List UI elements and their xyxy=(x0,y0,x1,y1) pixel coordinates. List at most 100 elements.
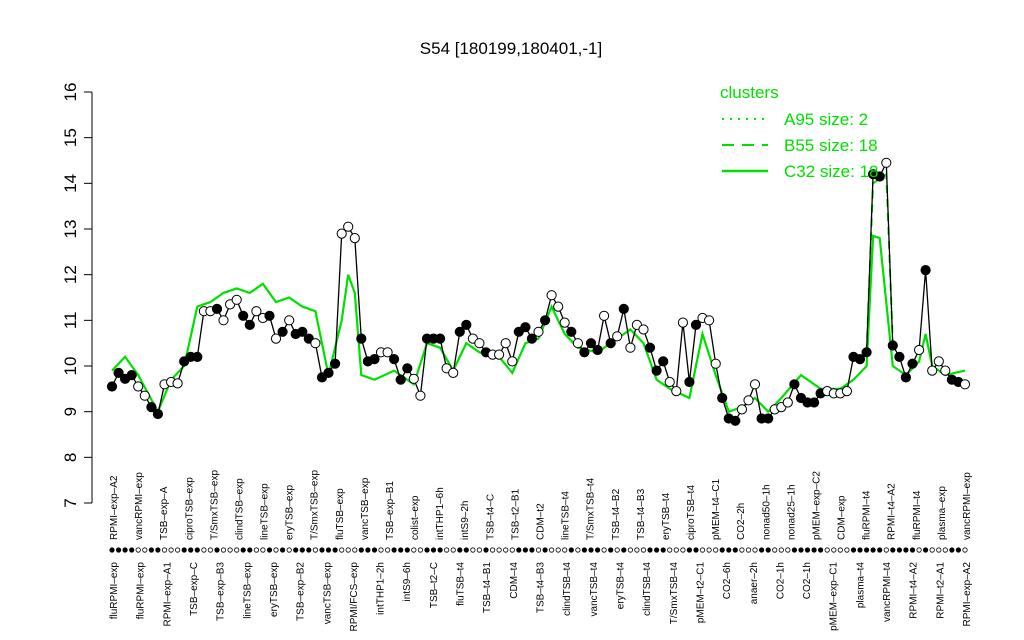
rug-mark xyxy=(962,547,968,553)
x-tick-label: eryTSB–exp xyxy=(285,485,296,540)
data-point xyxy=(211,303,223,314)
sample-line xyxy=(111,162,966,422)
data-point xyxy=(749,379,761,390)
data-point xyxy=(704,315,715,326)
legend: clusters A95 size: 2 B55 size: 18 C32 si… xyxy=(720,83,879,181)
rug-mark xyxy=(457,547,463,553)
data-point xyxy=(231,294,242,305)
data-point xyxy=(861,347,872,358)
data-point xyxy=(402,363,413,374)
rug-mark xyxy=(168,547,174,553)
data-point xyxy=(415,390,426,401)
rug-mark xyxy=(181,547,187,553)
x-tick-label: CO2–6h xyxy=(722,562,733,599)
y-tick-label: 15 xyxy=(61,128,80,147)
rug-mark xyxy=(877,547,883,553)
x-tick-label: CDM–t2 xyxy=(536,503,547,540)
y-axis: 7 8 9 10 11 12 13 14 15 16 xyxy=(61,83,93,508)
x-tick-label: TSB–t4–B2 xyxy=(611,488,622,540)
rug-mark xyxy=(365,547,371,553)
rug-mark xyxy=(332,547,338,553)
data-point xyxy=(349,233,360,244)
data-point xyxy=(546,290,557,301)
data-point xyxy=(927,365,938,376)
rug-mark xyxy=(581,547,588,553)
data-point xyxy=(907,358,918,369)
data-point xyxy=(356,333,367,344)
data-point xyxy=(264,310,275,321)
rug-mark xyxy=(608,547,614,553)
rug-mark xyxy=(293,547,299,553)
x-tick-label: CDM–exp xyxy=(837,495,848,540)
data-point xyxy=(599,310,610,321)
chart-canvas: S54 [180199,180401,-1] 7 8 9 10 11 12 13 14 15 16… xyxy=(61,39,973,631)
rug-mark xyxy=(188,547,194,553)
rug-mark xyxy=(548,547,555,553)
data-point xyxy=(658,356,669,367)
y-tick-label: 10 xyxy=(61,357,80,376)
data-point xyxy=(330,358,341,369)
data-point xyxy=(323,367,334,378)
legend-entry-c32: C32 size: 18 xyxy=(784,162,879,181)
rug-mark xyxy=(883,547,889,553)
data-point xyxy=(717,392,728,404)
y-tick-label: 16 xyxy=(61,83,80,102)
rug-mark xyxy=(122,547,128,553)
rug-mark xyxy=(247,547,253,553)
x-tick-label: TSB–exp–B1 xyxy=(385,481,396,540)
x-tick-label: vancRPMI–exp xyxy=(134,472,145,540)
rug-mark xyxy=(942,547,948,553)
rug-mark xyxy=(949,547,955,553)
x-tick-label: TSB–t4–B3 xyxy=(636,488,647,540)
rug-mark xyxy=(325,547,332,553)
x-tick-label: ciproTSB–t4 xyxy=(686,485,697,540)
rug-mark xyxy=(824,547,830,553)
rug-mark xyxy=(870,547,876,553)
rug-mark xyxy=(831,547,837,553)
x-tick-label: TSB–t4–C xyxy=(485,494,496,540)
rug-mark xyxy=(529,547,535,553)
rug-mark xyxy=(804,547,811,553)
data-point xyxy=(900,372,912,383)
rug-mark xyxy=(135,547,141,553)
x-tick-label: anaer–2h xyxy=(749,562,760,604)
rug-mark xyxy=(319,547,325,553)
rug-mark xyxy=(161,547,168,553)
rug-mark xyxy=(752,547,758,553)
data-point xyxy=(809,397,820,408)
rug-mark xyxy=(253,547,259,553)
x-tick-label: clindTSB–t4 xyxy=(562,562,573,616)
y-tick-label: 9 xyxy=(61,407,80,416)
x-tick-label: eryTSB–exp xyxy=(269,562,280,617)
rug-mark xyxy=(745,547,752,553)
rug-mark xyxy=(411,547,417,553)
data-point xyxy=(559,317,570,328)
legend-entry-a95: A95 size: 2 xyxy=(784,110,868,129)
rug-mark xyxy=(214,547,220,553)
data-line xyxy=(111,162,966,422)
rug-mark xyxy=(207,547,213,553)
data-point xyxy=(343,221,354,232)
rug-mark xyxy=(266,547,273,553)
x-tick-label: fluTSB–t4 xyxy=(456,562,467,606)
x-tick-label: nonad50–1h xyxy=(761,484,772,540)
rug-mark xyxy=(732,547,738,553)
rug-mark xyxy=(116,547,122,553)
y-tick-label: 11 xyxy=(61,312,80,330)
x-tick-label: RPMI–t4–A2 xyxy=(909,562,920,619)
cluster-c32-line xyxy=(111,234,966,415)
rug-mark xyxy=(404,547,410,553)
x-tick-label: RPMI–exp–A2 xyxy=(962,562,973,627)
x-tick-label: clindTSB–exp xyxy=(234,478,245,540)
data-point xyxy=(920,265,931,276)
x-tick-label: vancRPMI–t4 xyxy=(882,562,893,622)
data-point xyxy=(625,342,636,353)
legend-entry-b55: B55 size: 18 xyxy=(784,136,878,155)
rug-mark xyxy=(470,547,476,553)
rug-mark xyxy=(896,547,903,553)
rug-mark xyxy=(424,547,430,553)
rug-mark xyxy=(863,547,870,553)
rug-mark xyxy=(811,547,817,553)
rug-mark xyxy=(772,547,778,553)
data-point xyxy=(789,379,800,390)
